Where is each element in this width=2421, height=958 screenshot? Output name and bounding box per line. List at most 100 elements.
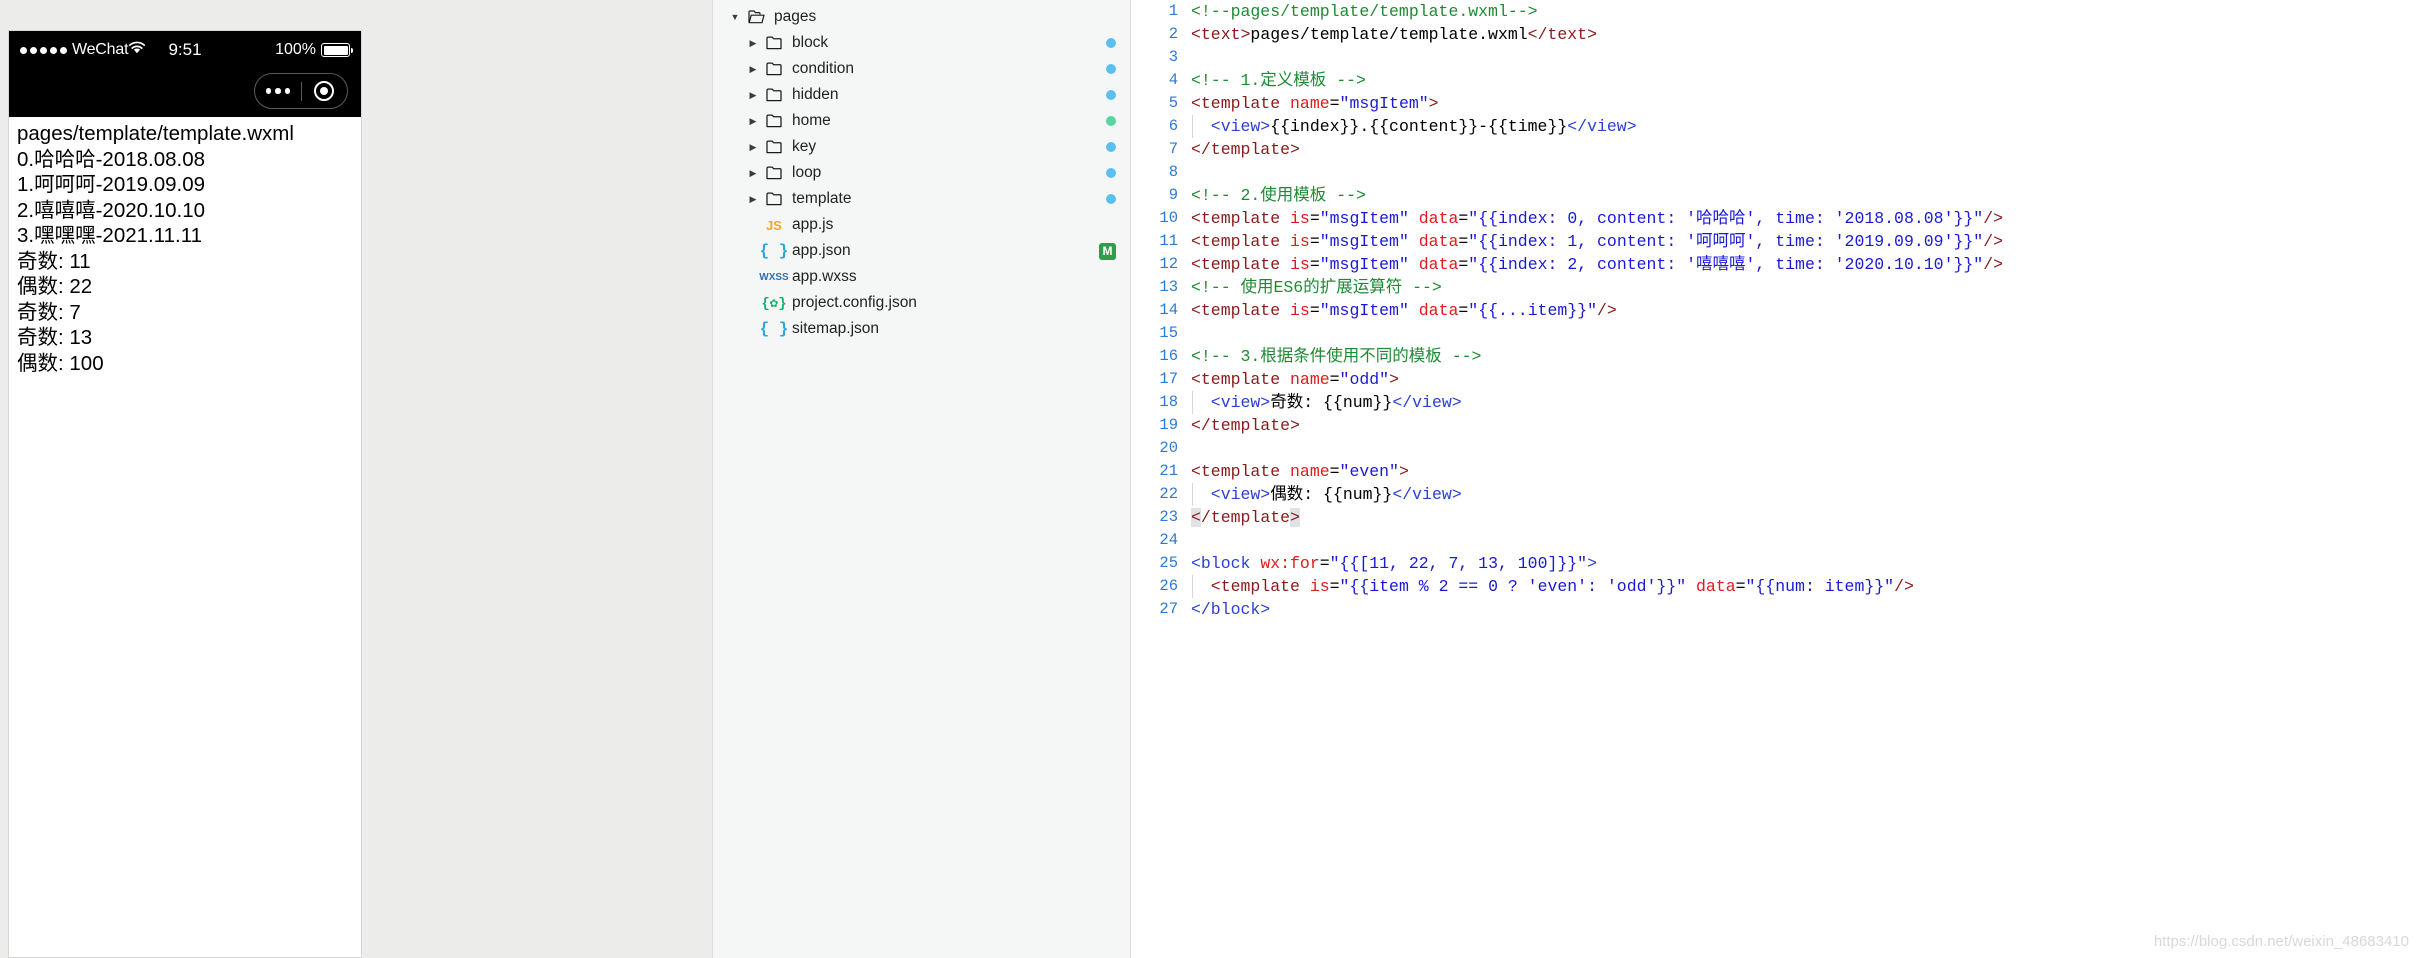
code-editor[interactable]: 1 <!--pages/template/template.wxml--> 2 <te… [1131,0,2421,958]
code-token: > [1587,554,1597,573]
code-line[interactable]: 18 <view>奇数: {{num}}</view> [1131,391,2421,414]
code-line-text[interactable]: <block wx:for="{{[11, 22, 7, 13, 100]}}"… [1191,552,2421,575]
chevron-right-icon[interactable]: ▶ [745,116,761,126]
code-lines-container[interactable]: 1 <!--pages/template/template.wxml--> 2 <te… [1131,0,2421,621]
tree-file-app.json[interactable]: { } app.json M [713,238,1130,264]
code-line[interactable]: 20 [1131,437,2421,460]
code-line[interactable]: 26 <template is="{{item % 2 == 0 ? 'even… [1131,575,2421,598]
code-line[interactable]: 21 <template name="even"> [1131,460,2421,483]
code-token: </text> [1527,25,1597,44]
code-line[interactable]: 3 [1131,46,2421,69]
tree-folder-home[interactable]: ▶ home [713,108,1130,134]
status-dot [1106,168,1116,178]
file-type-label: JS [766,217,782,233]
code-line-text[interactable]: <template name="odd"> [1191,368,2421,391]
code-line[interactable]: 13 <!-- 使用ES6的扩展运算符 --> [1131,276,2421,299]
more-dots-icon[interactable] [255,74,301,108]
line-number: 17 [1159,370,1178,388]
code-line-text[interactable]: <template name="even"> [1191,460,2421,483]
code-line[interactable]: 9 <!-- 2.使用模板 --> [1131,184,2421,207]
tree-folder-hidden[interactable]: ▶ hidden [713,82,1130,108]
chevron-right-icon[interactable]: ▶ [745,194,761,204]
code-line-text[interactable]: </block> [1191,598,2421,621]
code-line[interactable]: 22 <view>偶数: {{num}}</view> [1131,483,2421,506]
line-number: 19 [1159,416,1178,434]
simulator-text-line: 3.嘿嘿嘿-2021.11.11 [17,224,202,247]
code-token: data [1418,209,1459,228]
simulator-text-line: 奇数: 7 [17,300,81,324]
code-line-text[interactable]: <view>奇数: {{num}}</view> [1191,391,2421,414]
tree-folder-template[interactable]: ▶ template [713,186,1130,212]
code-line[interactable]: 12 <template is="msgItem" data="{{index: … [1131,253,2421,276]
tree-folder-loop[interactable]: ▶ loop [713,160,1130,186]
code-line[interactable]: 16 <!-- 3.根据条件使用不同的模板 --> [1131,345,2421,368]
code-line[interactable]: 7 </template> [1131,138,2421,161]
tree-file-app.js[interactable]: JS app.js [713,212,1130,238]
code-line[interactable]: 11 <template is="msgItem" data="{{index: … [1131,230,2421,253]
code-line[interactable]: 19 </template> [1131,414,2421,437]
chevron-down-icon[interactable]: ▼ [727,12,743,22]
code-line-text[interactable]: <view>{{index}}.{{content}}-{{time}}</vi… [1191,115,2421,138]
code-token: > [1398,462,1409,481]
code-line-text[interactable]: <!-- 2.使用模板 --> [1191,184,2421,207]
tree-file-project.config.json[interactable]: {✿} project.config.json [713,290,1130,316]
code-line-text[interactable]: <template is="msgItem" data="{{index: 2,… [1191,253,2421,276]
code-line-text[interactable]: <template is="msgItem" data="{{...item}}… [1191,299,2421,322]
code-line[interactable]: 25 <block wx:for="{{[11, 22, 7, 13, 100]}… [1131,552,2421,575]
code-line-text[interactable]: <view>偶数: {{num}}</view> [1191,483,2421,506]
code-line[interactable]: 15 [1131,322,2421,345]
chevron-right-icon[interactable]: ▶ [745,38,761,48]
chevron-right-icon[interactable]: ▶ [745,64,761,74]
code-line[interactable]: 1 <!--pages/template/template.wxml--> [1131,0,2421,23]
code-line[interactable]: 8 [1131,161,2421,184]
code-line[interactable]: 4 <!-- 1.定义模板 --> [1131,69,2421,92]
folder-open-icon [743,10,769,24]
wechat-capsule-button[interactable] [254,73,348,109]
code-line-text[interactable]: <!-- 3.根据条件使用不同的模板 --> [1191,345,2421,368]
code-token: <template [1191,577,1310,596]
line-number: 25 [1159,554,1178,572]
tree-item-label: pages [774,8,817,25]
tree-file-sitemap.json[interactable]: { } sitemap.json [713,316,1130,342]
line-number: 6 [1168,117,1178,135]
line-number: 26 [1159,577,1178,595]
code-line[interactable]: 17 <template name="odd"> [1131,368,2421,391]
code-line[interactable]: 23 </template> [1131,506,2421,529]
code-line-text[interactable]: <template is="msgItem" data="{{index: 0,… [1191,207,2421,230]
code-token: <template [1191,255,1291,274]
line-number: 13 [1159,278,1178,296]
code-line-text[interactable]: <!-- 使用ES6的扩展运算符 --> [1191,276,2421,299]
code-line-text[interactable]: </template> [1191,506,2421,529]
tree-folder-key[interactable]: ▶ key [713,134,1130,160]
tree-file-app.wxss[interactable]: WXSS app.wxss [713,264,1130,290]
code-token: "{{...item}}" [1468,301,1598,320]
code-line-text[interactable]: <template is="msgItem" data="{{index: 1,… [1191,230,2421,253]
tree-folder-block[interactable]: ▶ block [713,30,1130,56]
code-line[interactable]: 24 [1131,529,2421,552]
chevron-right-icon[interactable]: ▶ [745,90,761,100]
code-line-text[interactable]: <template name="msgItem"> [1191,92,2421,115]
phone-status-bar: WeChat 9:51 100% [9,31,361,69]
code-line-text[interactable]: <template is="{{item % 2 == 0 ? 'even': … [1191,575,2421,598]
tree-folder-pages[interactable]: ▼ pages [713,4,1130,30]
code-line[interactable]: 6 <view>{{index}}.{{content}}-{{time}}</… [1131,115,2421,138]
code-line-text[interactable]: </template> [1191,138,2421,161]
code-token: <text> [1191,25,1251,44]
code-token: = [1458,255,1469,274]
target-circle-icon[interactable] [302,74,348,108]
code-line[interactable]: 10 <template is="msgItem" data="{{index: … [1131,207,2421,230]
line-number: 11 [1159,232,1178,250]
code-line-text[interactable]: <text>pages/template/template.wxml</text… [1191,23,2421,46]
code-line-text[interactable]: </template> [1191,414,2421,437]
code-line[interactable]: 14 <template is="msgItem" data="{{...item… [1131,299,2421,322]
code-line[interactable]: 27 </block> [1131,598,2421,621]
folder-icon [761,114,787,128]
code-line[interactable]: 2 <text>pages/template/template.wxml</tex… [1131,23,2421,46]
chevron-right-icon[interactable]: ▶ [745,168,761,178]
code-line[interactable]: 5 <template name="msgItem"> [1131,92,2421,115]
code-line-text[interactable]: <!-- 1.定义模板 --> [1191,69,2421,92]
file-explorer[interactable]: ▼ pages ▶ block ▶ condition ▶ hidden ▶ home ▶ key ▶ l… [712,0,1131,958]
tree-folder-condition[interactable]: ▶ condition [713,56,1130,82]
code-line-text[interactable]: <!--pages/template/template.wxml--> [1191,0,2421,23]
chevron-right-icon[interactable]: ▶ [745,142,761,152]
